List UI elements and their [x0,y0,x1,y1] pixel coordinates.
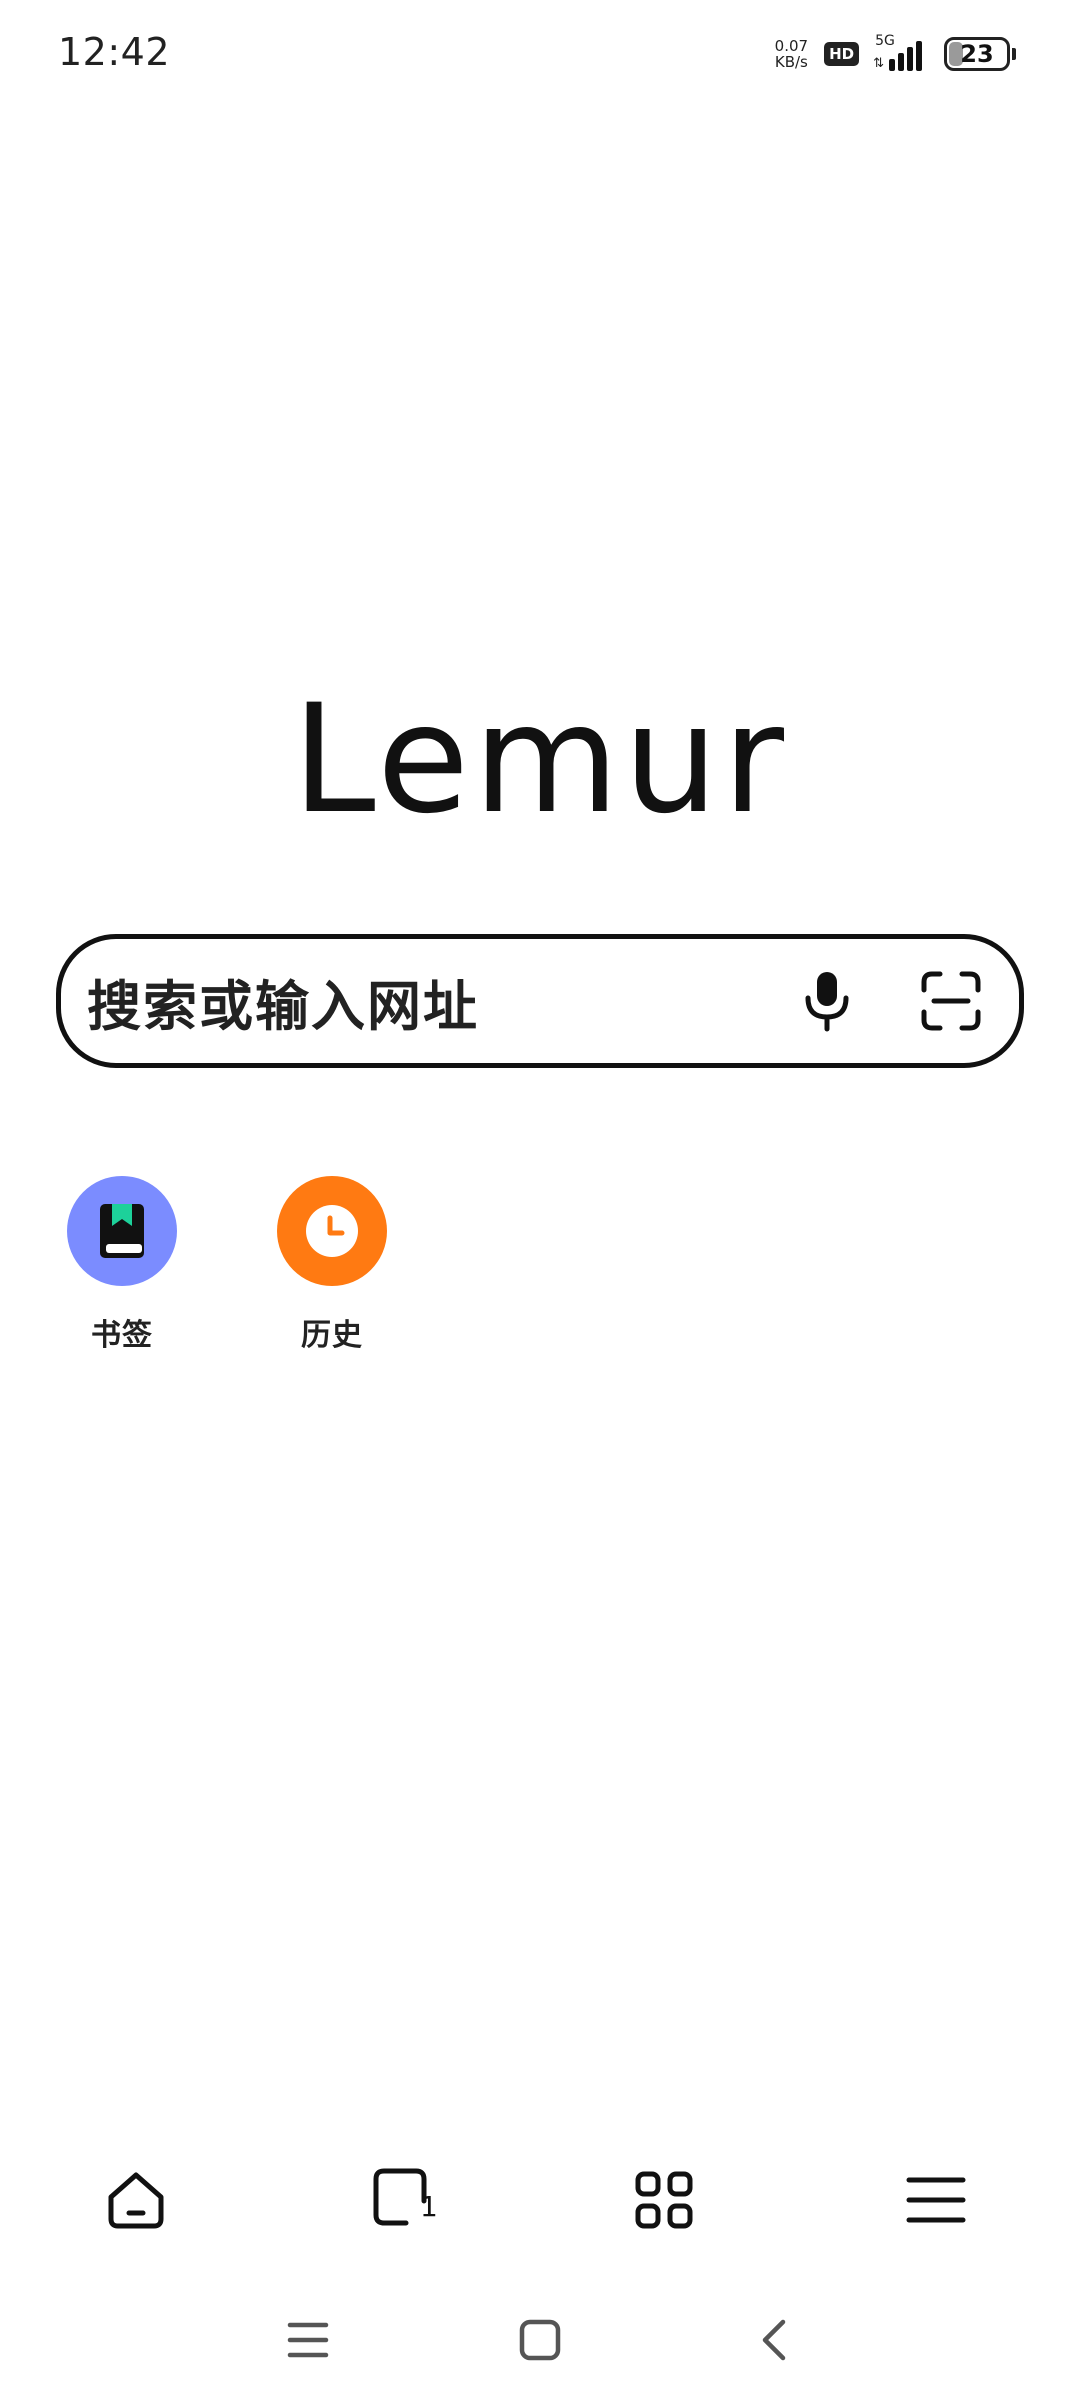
status-icons: 0.07 KB/s HD 5G ⇅ 23 [775,33,1016,74]
home-button[interactable] [86,2150,186,2250]
recents-button[interactable] [268,2300,348,2380]
clock-icon [306,1205,358,1257]
status-bar: 12:42 0.07 KB/s HD 5G ⇅ 23 [0,0,1080,110]
bookmark-icon [100,1204,144,1258]
voice-search-button[interactable] [787,961,867,1041]
signal-bar [916,41,922,71]
network-speed-unit: KB/s [774,53,808,71]
bookmark-circle [67,1176,177,1286]
tab-count: 1 [420,2190,438,2223]
recents-icon [287,2322,329,2358]
tabs-button[interactable]: 1 [356,2150,456,2250]
system-navigation-bar [0,2300,1080,2380]
microphone-icon [805,972,849,1032]
apps-icon [635,2171,693,2229]
search-input[interactable]: 搜索或输入网址 [87,962,787,1041]
status-time: 12:42 [58,30,171,74]
apps-button[interactable] [614,2150,714,2250]
hd-icon: HD [824,42,860,66]
battery-level: 23 [960,40,994,68]
shortcut-history[interactable]: 历史 [272,1176,392,1354]
network-speed-value: 0.07 [774,37,809,55]
app-logo: Lemur [291,673,789,847]
back-icon [762,2319,786,2361]
shortcut-bookmarks[interactable]: 书签 [62,1176,182,1354]
home-nav-icon [519,2319,561,2361]
network-speed: 0.07 KB/s [775,38,808,70]
history-circle [277,1176,387,1286]
search-bar[interactable]: 搜索或输入网址 [56,934,1024,1068]
menu-button[interactable] [886,2150,986,2250]
shortcut-label: 历史 [301,1318,363,1353]
battery-tip [1012,48,1016,60]
network-type-label: 5G [875,33,895,49]
shortcut-label: 书签 [91,1318,153,1353]
system-home-button[interactable] [500,2300,580,2380]
signal-bar [907,47,913,71]
back-button[interactable] [734,2300,814,2380]
battery-icon: 23 [944,37,1010,71]
bottom-toolbar: 1 [0,2150,1080,2250]
signal-bar [898,53,904,71]
menu-icon [906,2177,966,2223]
scan-button[interactable] [911,961,991,1041]
signal-bar [889,59,895,71]
signal-icon: 5G ⇅ [873,33,922,71]
home-icon [108,2172,164,2229]
data-activity-icon: ⇅ [873,56,884,71]
scan-icon [921,971,981,1031]
